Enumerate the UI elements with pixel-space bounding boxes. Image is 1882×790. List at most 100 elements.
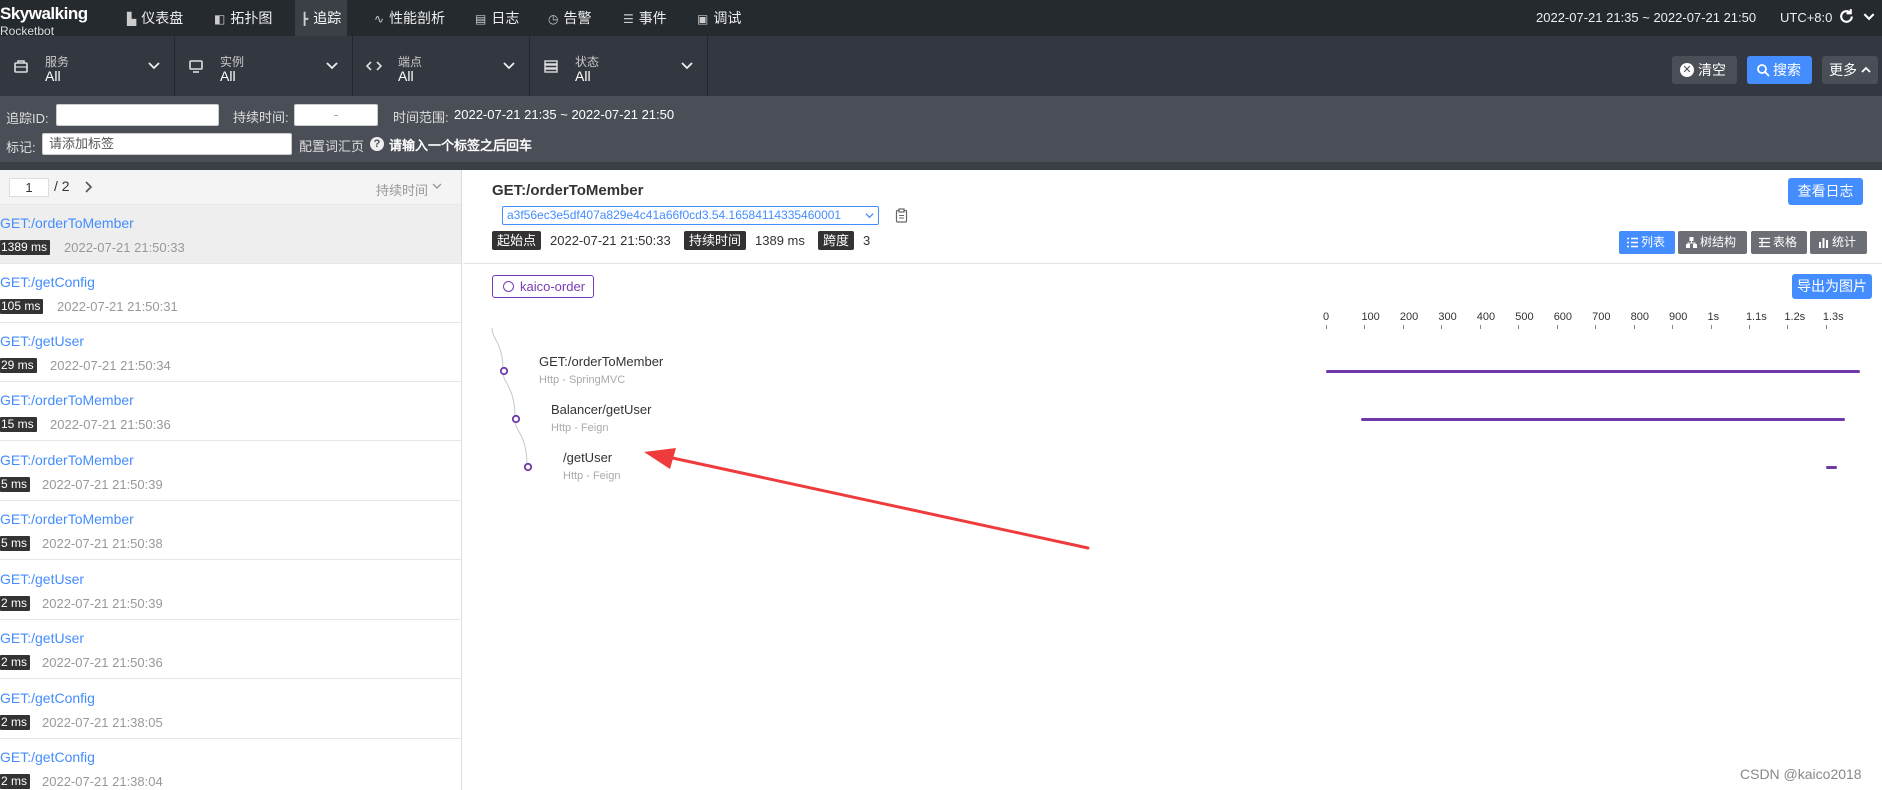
trace-start-time: 2022-07-21 21:50:33 <box>64 240 185 255</box>
axis-tick-mark <box>1479 325 1481 329</box>
span-duration-bar[interactable] <box>1360 418 1846 421</box>
trace-list-item[interactable]: GET:/getUser 29 ms 2022-07-21 21:50:34 <box>0 323 461 382</box>
trace-list-item[interactable]: GET:/orderToMember 5 ms 2022-07-21 21:50… <box>0 501 461 560</box>
axis-tick-mark <box>1748 325 1750 329</box>
chevron-down-icon <box>681 62 693 70</box>
axis-tick-mark <box>1672 325 1674 329</box>
tree-icon <box>1686 237 1697 248</box>
trace-start-time: 2022-07-21 21:50:39 <box>42 596 163 611</box>
app-logo[interactable]: Skywalking Rocketbot <box>0 2 100 38</box>
table-icon <box>1759 237 1770 248</box>
span-duration-bar[interactable] <box>1825 466 1838 469</box>
service-tag[interactable]: kaico-order <box>492 275 594 298</box>
more-button[interactable]: 更多 <box>1822 56 1878 84</box>
event-icon: ☰ <box>623 12 634 26</box>
trace-start-time: 2022-07-21 21:50:38 <box>42 536 163 551</box>
global-time-range[interactable]: 2022-07-21 21:35 ~ 2022-07-21 21:50 <box>1536 0 1756 36</box>
search-button[interactable]: 搜索 <box>1747 56 1812 84</box>
status-select[interactable]: 状态 All <box>530 36 708 96</box>
help-icon[interactable]: ? <box>370 137 384 151</box>
time-range-value[interactable]: 2022-07-21 21:35 ~ 2022-07-21 21:50 <box>454 107 674 122</box>
chevron-down-icon[interactable] <box>432 183 442 191</box>
section-divider <box>0 162 1882 170</box>
config-vocabulary-link[interactable]: 配置词汇页 <box>299 136 364 155</box>
nav-log[interactable]: ▤ 日志 <box>469 0 525 36</box>
axis-tick-label: 800 <box>1630 311 1649 323</box>
trace-id-value: a3f56ec3e5df407a829e4c41a66f0cd3.54.1658… <box>507 208 842 222</box>
nav-label: 仪表盘 <box>141 10 184 26</box>
chevron-down-icon[interactable] <box>1862 8 1876 25</box>
trace-duration-badge: 15 ms <box>0 417 37 432</box>
view-list-button[interactable]: 列表 <box>1619 231 1675 254</box>
refresh-icon[interactable] <box>1838 8 1855 25</box>
nav-alarm[interactable]: ◷ 告警 <box>542 0 597 36</box>
axis-tick-mark <box>1441 325 1443 329</box>
axis-tick-mark <box>1364 325 1366 329</box>
span-duration-bar[interactable] <box>1326 370 1861 373</box>
more-label: 更多 <box>1829 62 1857 78</box>
close-circle-icon: ✕ <box>1680 63 1694 77</box>
sort-by-duration[interactable]: 持续时间 <box>376 180 428 199</box>
chevron-down-icon <box>865 213 874 219</box>
spans-value: 3 <box>863 233 871 248</box>
view-table-button[interactable]: 表格 <box>1751 231 1807 254</box>
detail-divider <box>463 263 1882 264</box>
view-stats-button[interactable]: 统计 <box>1810 231 1867 254</box>
trace-list-item[interactable]: GET:/getConfig 2 ms 2022-07-21 21:38:04 <box>0 739 461 790</box>
span-node-icon[interactable] <box>511 414 521 424</box>
span-name[interactable]: GET:/orderToMember <box>539 354 663 369</box>
nav-trace[interactable]: ┣ 追踪 <box>295 0 348 36</box>
axis-tick-label: 200 <box>1399 311 1419 323</box>
clipboard-icon[interactable] <box>895 208 908 223</box>
span-node-icon[interactable] <box>499 366 509 376</box>
export-image-button[interactable]: 导出为图片 <box>1792 274 1872 299</box>
nav-event[interactable]: ☰ 事件 <box>617 0 673 36</box>
topology-icon: ◧ <box>214 12 226 26</box>
nav-topology[interactable]: ◧ 拓扑图 <box>208 0 278 36</box>
alarm-icon: ◷ <box>548 12 559 26</box>
nav-profile[interactable]: ∿ 性能剖析 <box>368 0 451 36</box>
trace-list-item[interactable]: GET:/getConfig 105 ms 2022-07-21 21:50:3… <box>0 264 461 323</box>
debug-icon: ▣ <box>697 12 709 26</box>
page-number-input[interactable]: 1 <box>9 178 49 197</box>
nav-dashboard[interactable]: ▙ 仪表盘 <box>121 0 189 36</box>
instance-select[interactable]: 实例 All <box>175 36 353 96</box>
code-icon <box>366 61 382 71</box>
tags-input[interactable]: 请添加标签 <box>42 133 292 155</box>
chevron-right-icon[interactable] <box>83 181 93 193</box>
trace-list-item[interactable]: GET:/getConfig 2 ms 2022-07-21 21:38:05 <box>0 680 461 739</box>
nav-debug[interactable]: ▣ 调试 <box>691 0 747 36</box>
annotation-arrow <box>644 448 1090 550</box>
advanced-filter-bar: 追踪ID: 持续时间: - 时间范围: 2022-07-21 21:35 ~ 2… <box>0 96 1882 162</box>
clear-button[interactable]: ✕ 清空 <box>1672 56 1737 84</box>
trace-endpoint: GET:/orderToMember <box>0 392 134 408</box>
trace-endpoint: GET:/getConfig <box>0 690 95 706</box>
trace-duration-badge: 5 ms <box>0 536 31 551</box>
filter-bar: 服务 All 实例 All 端点 All 状态 All ✕ 清空 搜索 更多 <box>0 36 1882 96</box>
trace-id-select[interactable]: a3f56ec3e5df407a829e4c41a66f0cd3.54.1658… <box>502 206 879 225</box>
service-circle-icon <box>503 281 514 292</box>
duration-range-input[interactable]: - <box>294 104 378 126</box>
view-list-label: 列表 <box>1641 235 1666 249</box>
trace-list-item[interactable]: GET:/orderToMember 1389 ms 2022-07-21 21… <box>0 205 461 264</box>
view-tree-label: 树结构 <box>1700 235 1737 249</box>
span-tree-connector <box>491 327 533 472</box>
endpoint-select[interactable]: 端点 All <box>353 36 530 96</box>
view-logs-button[interactable]: 查看日志 <box>1788 178 1863 205</box>
span-name[interactable]: Balancer/getUser <box>551 402 651 417</box>
axis-tick-label: 100 <box>1361 311 1380 323</box>
service-select[interactable]: 服务 All <box>0 36 175 96</box>
trace-list-panel: 1 / 2 持续时间 GET:/orderToMember 1389 ms 20… <box>0 170 462 790</box>
view-tree-button[interactable]: 树结构 <box>1678 231 1747 254</box>
trace-list-item[interactable]: GET:/orderToMember 5 ms 2022-07-21 21:50… <box>0 442 461 501</box>
axis-tick-label: 1.3s <box>1822 311 1844 323</box>
trace-start-time: 2022-07-21 21:50:34 <box>50 358 171 373</box>
trace-list-item[interactable]: GET:/orderToMember 15 ms 2022-07-21 21:5… <box>0 382 461 441</box>
trace-list-item[interactable]: GET:/getUser 2 ms 2022-07-21 21:50:36 <box>0 620 461 679</box>
trace-list-item[interactable]: GET:/getUser 2 ms 2022-07-21 21:50:39 <box>0 561 461 620</box>
trace-id-input[interactable] <box>56 104 219 126</box>
nav-label: 性能剖析 <box>389 10 446 26</box>
span-name[interactable]: /getUser <box>563 450 612 465</box>
span-node-icon[interactable] <box>523 462 533 472</box>
trace-endpoint: GET:/orderToMember <box>0 452 134 468</box>
